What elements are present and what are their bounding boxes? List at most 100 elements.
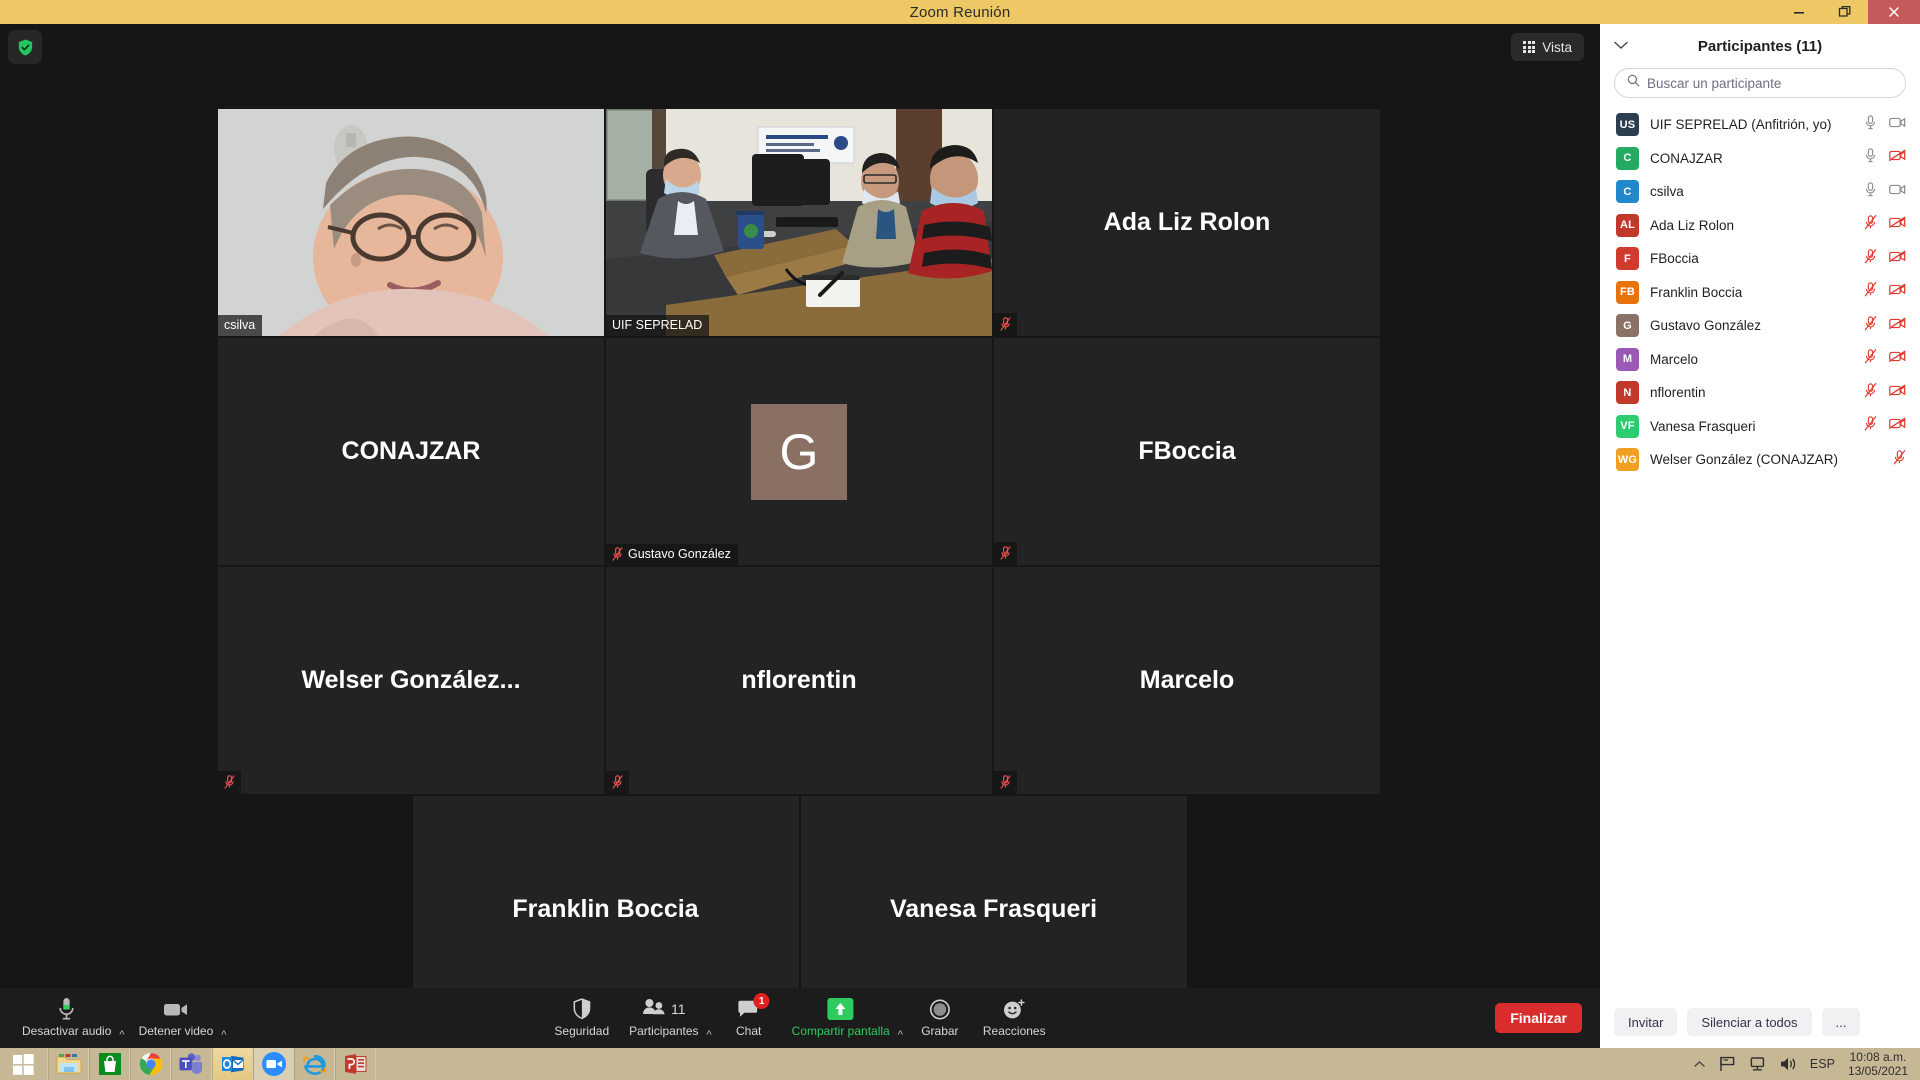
video-options-chevron-icon[interactable]: ^: [221, 1015, 228, 1041]
muted-mic-icon[interactable]: [1864, 248, 1877, 269]
camera-off-icon[interactable]: [1888, 350, 1906, 368]
participant-row[interactable]: FB Franklin Boccia: [1600, 276, 1920, 310]
more-options-button[interactable]: ...: [1821, 1008, 1861, 1036]
camera-off-icon[interactable]: [1888, 250, 1906, 268]
muted-mic-icon[interactable]: [1864, 215, 1877, 235]
muted-mic-icon[interactable]: [1864, 416, 1877, 436]
chat-button[interactable]: 1 Chat: [718, 992, 780, 1041]
tile-name-badge: csilva: [218, 315, 263, 336]
clock[interactable]: 10:08 a.m. 13/05/2021: [1848, 1050, 1908, 1078]
internet-explorer-button[interactable]: [294, 1048, 335, 1080]
reactions-label: Reacciones: [982, 1024, 1046, 1038]
participant-row[interactable]: AL Ada Liz Rolon: [1600, 209, 1920, 243]
mic-icon[interactable]: [1864, 182, 1877, 202]
file-explorer-button[interactable]: [48, 1048, 89, 1080]
video-tile-nflorentin[interactable]: nflorentin: [606, 567, 992, 794]
participant-row[interactable]: Ccsilva: [1600, 175, 1920, 209]
flag-icon[interactable]: [1719, 1056, 1736, 1072]
participant-row[interactable]: G Gustavo González: [1600, 309, 1920, 343]
google-chrome-button[interactable]: [130, 1048, 171, 1080]
language-indicator[interactable]: ESP: [1810, 1057, 1835, 1071]
end-meeting-button[interactable]: Finalizar: [1495, 1003, 1582, 1033]
audio-options-chevron-icon[interactable]: ^: [119, 1015, 126, 1041]
video-tile-welser-gonzalez[interactable]: Welser González...: [218, 567, 604, 794]
video-tile-ada-liz-rolon[interactable]: Ada Liz Rolon: [994, 109, 1380, 336]
muted-mic-icon: [218, 771, 241, 794]
participant-row[interactable]: C CONAJZAR: [1600, 142, 1920, 176]
restore-button[interactable]: [1822, 0, 1868, 24]
minimize-button[interactable]: [1776, 0, 1822, 24]
participant-status-icons: [1864, 416, 1906, 436]
participant-row[interactable]: VF Vanesa Frasqueri: [1600, 410, 1920, 444]
participants-count: 11: [671, 1001, 686, 1017]
search-icon: [1627, 74, 1640, 92]
video-tile-marcelo[interactable]: Marcelo: [994, 567, 1380, 794]
participant-row[interactable]: M Marcelo: [1600, 343, 1920, 377]
microsoft-teams-button[interactable]: [171, 1048, 212, 1080]
video-tile-uif-seprelad[interactable]: UIF SEPRELAD: [606, 109, 992, 336]
zoom-button[interactable]: [253, 1048, 294, 1080]
camera-off-icon[interactable]: [1888, 384, 1906, 402]
tile-name-badge: Gustavo González: [606, 544, 738, 565]
mic-icon[interactable]: [1864, 115, 1877, 135]
video-tile-conajzar[interactable]: CONAJZAR: [218, 338, 604, 565]
network-icon[interactable]: [1749, 1056, 1766, 1072]
participant-row[interactable]: US UIF SEPRELAD (Anfitrión, yo): [1600, 108, 1920, 142]
video-tile-csilva[interactable]: csilva: [218, 109, 604, 336]
chevron-up-icon[interactable]: [1693, 1060, 1706, 1069]
participant-row[interactable]: WG Welser González (CONAJZAR): [1600, 443, 1920, 477]
participants-button[interactable]: 11 Participantes: [621, 992, 706, 1041]
mute-all-button[interactable]: Silenciar a todos: [1687, 1008, 1812, 1036]
muted-mic-icon[interactable]: [1864, 382, 1877, 403]
invite-button[interactable]: Invitar: [1614, 1008, 1678, 1036]
shield-check-icon[interactable]: [8, 30, 42, 64]
chevron-down-icon[interactable]: [1614, 37, 1628, 55]
tile-label: csilva: [224, 318, 256, 332]
mute-audio-button[interactable]: Desactivar audio: [14, 992, 119, 1041]
speaker-icon[interactable]: [1779, 1056, 1797, 1072]
camera-off-icon[interactable]: [1888, 283, 1906, 301]
start-button[interactable]: [0, 1048, 48, 1080]
camera-off-icon[interactable]: [1888, 317, 1906, 335]
view-button-label: Vista: [1542, 39, 1572, 55]
participant-avatar: F: [1616, 247, 1639, 271]
shield-icon: [572, 997, 591, 1021]
participant-name: nflorentin: [1650, 385, 1706, 401]
camera-icon[interactable]: [1889, 116, 1906, 134]
muted-mic-icon[interactable]: [1864, 282, 1877, 302]
participant-row[interactable]: F FBoccia: [1600, 242, 1920, 276]
view-button[interactable]: Vista: [1511, 33, 1584, 61]
share-screen-button[interactable]: Compartir pantalla: [784, 992, 898, 1041]
search-input[interactable]: [1647, 75, 1893, 91]
clock-time: 10:08 a.m.: [1849, 1050, 1907, 1064]
participant-name: Franklin Boccia: [1650, 284, 1743, 300]
participant-status-icons: [1864, 182, 1906, 202]
clock-date: 13/05/2021: [1847, 1064, 1908, 1078]
camera-off-icon[interactable]: [1888, 417, 1906, 435]
video-tile-fboccia[interactable]: FBoccia: [994, 338, 1380, 565]
participants-panel-footer: Invitar Silenciar a todos ...: [1600, 994, 1920, 1050]
participants-list[interactable]: US UIF SEPRELAD (Anfitrión, yo) C CONAJZAR C…: [1600, 104, 1920, 994]
reactions-button[interactable]: Reacciones: [975, 992, 1054, 1041]
security-button[interactable]: Seguridad: [546, 992, 617, 1041]
muted-mic-icon[interactable]: [1893, 449, 1906, 470]
muted-mic-icon[interactable]: [1864, 349, 1877, 369]
microsoft-powerpoint-button[interactable]: [335, 1048, 376, 1080]
camera-icon[interactable]: [1889, 183, 1906, 201]
mic-icon[interactable]: [1864, 148, 1877, 168]
share-options-chevron-icon[interactable]: ^: [898, 1015, 905, 1041]
close-button[interactable]: [1868, 0, 1920, 24]
microsoft-outlook-button[interactable]: [212, 1048, 253, 1080]
participant-row[interactable]: Nnflorentin: [1600, 376, 1920, 410]
camera-off-icon[interactable]: [1888, 216, 1906, 234]
participants-options-chevron-icon[interactable]: ^: [707, 1015, 714, 1041]
camera-off-icon[interactable]: [1888, 149, 1906, 167]
microsoft-store-button[interactable]: [89, 1048, 130, 1080]
search-box[interactable]: [1614, 68, 1906, 98]
meeting-toolbar: Desactivar audio ^ Detener video ^ Segur…: [0, 988, 1600, 1050]
video-tile-gustavo-gonzalez[interactable]: G Gustavo González: [606, 338, 992, 565]
stop-video-button[interactable]: Detener video: [131, 992, 222, 1041]
muted-mic-icon[interactable]: [1864, 315, 1877, 336]
record-button[interactable]: Grabar: [909, 992, 971, 1041]
participants-panel-title: Participantes (11): [1697, 37, 1823, 55]
